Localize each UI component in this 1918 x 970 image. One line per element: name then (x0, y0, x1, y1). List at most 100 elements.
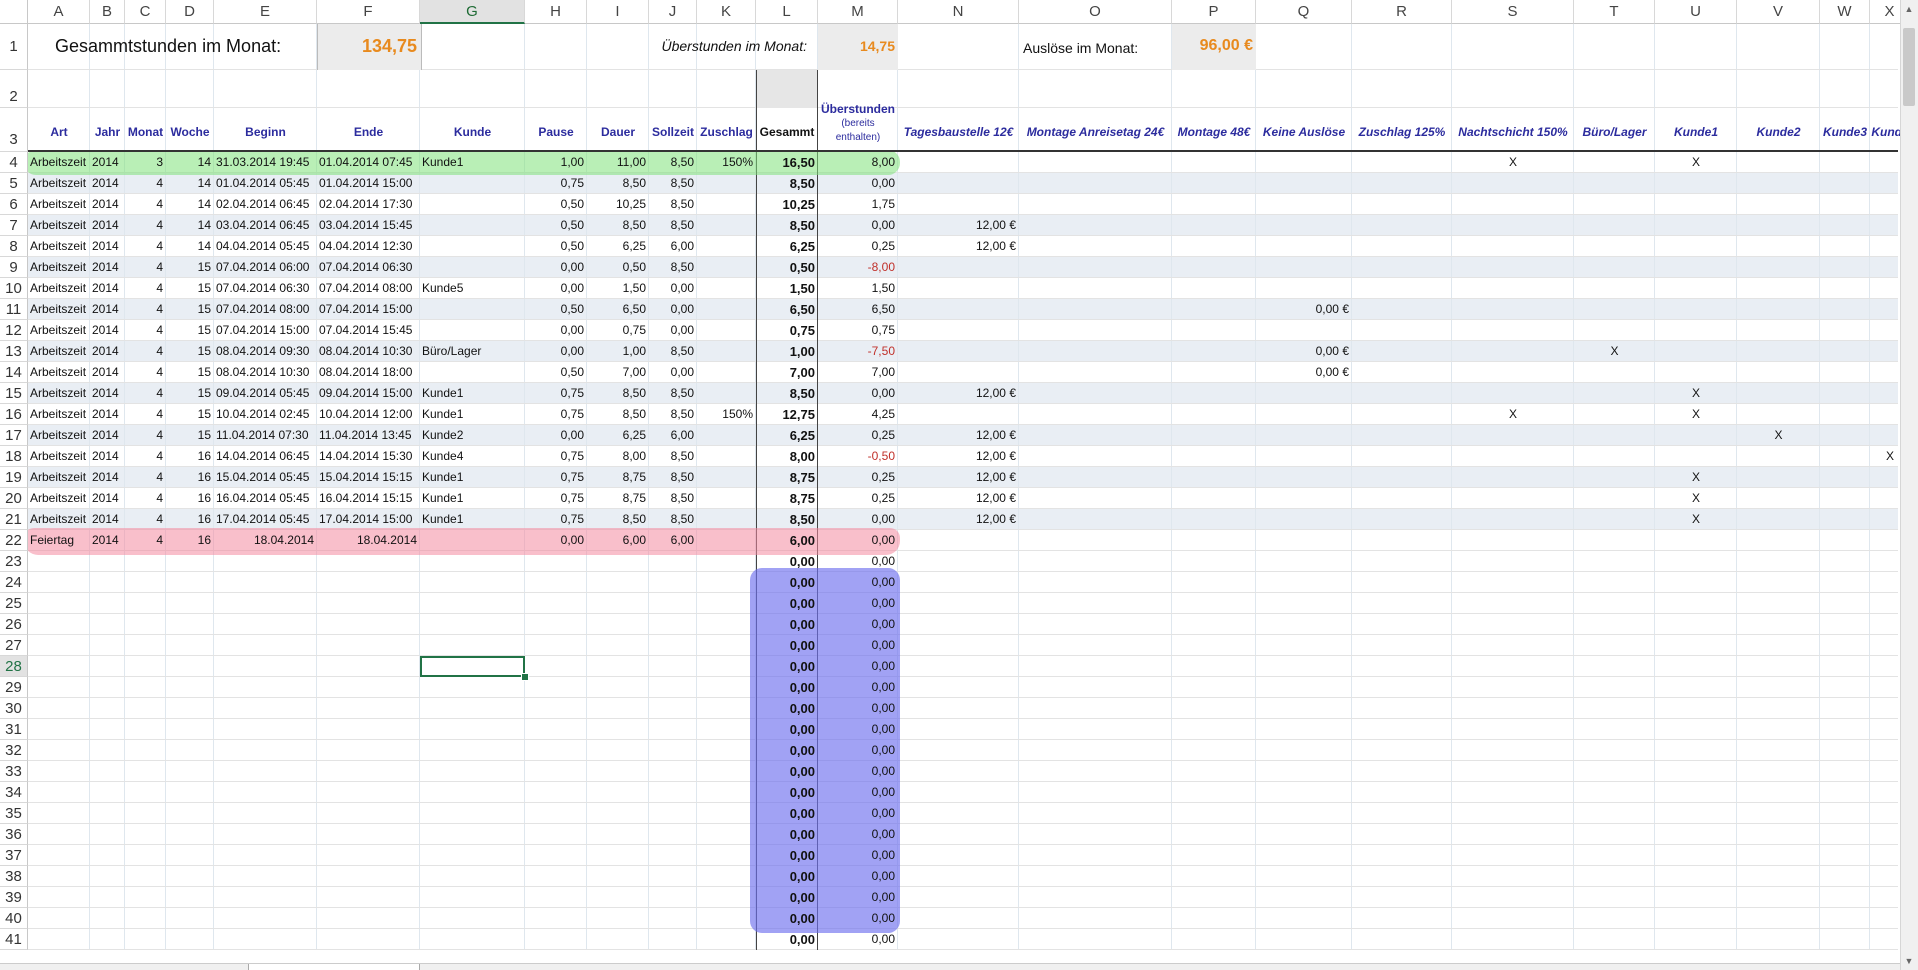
column-header-h[interactable]: H (525, 0, 587, 24)
scroll-down-icon[interactable]: ▼ (1900, 952, 1918, 970)
select-all-corner[interactable] (0, 0, 28, 24)
row-header[interactable]: 7 (0, 215, 28, 236)
gridline-h (28, 403, 1898, 404)
column-header-e[interactable]: E (214, 0, 317, 24)
cell-gesammt: 0,75 (789, 323, 815, 338)
column-header-o[interactable]: O (1019, 0, 1172, 24)
row-header[interactable]: 33 (0, 761, 28, 782)
spreadsheet-grid[interactable]: A B C D E F G H I J K L M N O P Q R S T U V W X 1 2 3 4 5 6 7 8 9 10 11 12 1… (0, 0, 1918, 970)
row-header[interactable]: 18 (0, 446, 28, 467)
sheet-tab-active[interactable] (248, 964, 420, 970)
cell-jahr: 2014 (92, 176, 119, 190)
row-header[interactable]: 38 (0, 866, 28, 887)
row-header[interactable]: 28 (0, 656, 28, 677)
row-header[interactable]: 22 (0, 530, 28, 551)
row-header[interactable]: 3 (0, 108, 28, 152)
row-header[interactable]: 9 (0, 257, 28, 278)
row-header[interactable]: 20 (0, 488, 28, 509)
row-header[interactable]: 5 (0, 173, 28, 194)
active-cell[interactable] (420, 656, 525, 677)
column-header-l[interactable]: L (756, 0, 818, 24)
column-header-s[interactable]: S (1452, 0, 1574, 24)
row-header[interactable]: 37 (0, 845, 28, 866)
row-header[interactable]: 23 (0, 551, 28, 572)
row-header[interactable]: 12 (0, 320, 28, 341)
row-header[interactable]: 19 (0, 467, 28, 488)
column-header-w[interactable]: W (1820, 0, 1870, 24)
column-header-v[interactable]: V (1737, 0, 1820, 24)
row-header[interactable]: 34 (0, 782, 28, 803)
column-header-g[interactable]: G (420, 0, 525, 24)
row-header[interactable]: 30 (0, 698, 28, 719)
column-header-a[interactable]: A (28, 0, 90, 24)
cell-gesammt: 0,00 (789, 890, 815, 905)
row-header[interactable]: 25 (0, 593, 28, 614)
row-header[interactable]: 36 (0, 824, 28, 845)
fill-handle[interactable] (521, 673, 529, 681)
column-header-q[interactable]: Q (1256, 0, 1352, 24)
column-header-j[interactable]: J (649, 0, 697, 24)
cell-ueberstunden: 0,00 (871, 722, 895, 736)
column-header-i[interactable]: I (587, 0, 649, 24)
row-header[interactable]: 11 (0, 299, 28, 320)
cell-gesammt: 10,25 (782, 197, 815, 212)
row-header[interactable]: 15 (0, 383, 28, 404)
row-header[interactable]: 40 (0, 908, 28, 929)
cell-woche: 15 (197, 302, 211, 316)
row-header[interactable]: 32 (0, 740, 28, 761)
vertical-scrollbar[interactable]: ▲ ▼ (1900, 0, 1918, 970)
column-header-d[interactable]: D (166, 0, 214, 24)
cell-jahr: 2014 (92, 470, 119, 484)
row-header[interactable]: 8 (0, 236, 28, 257)
column-header-u[interactable]: U (1655, 0, 1737, 24)
cell-jahr: 2014 (92, 218, 119, 232)
scroll-thumb[interactable] (1903, 28, 1915, 106)
cell-gesammt: 12,75 (782, 407, 815, 422)
header-keine_ausloese: Keine Auslöse (1262, 125, 1346, 139)
cell-ueberstunden: 0,00 (871, 386, 895, 400)
row-header[interactable]: 1 (0, 24, 28, 70)
row-header[interactable]: 10 (0, 278, 28, 299)
cell-kunde: Kunde1 (422, 491, 464, 505)
row-header[interactable]: 39 (0, 887, 28, 908)
cell-pause: 0,75 (560, 176, 584, 190)
cell-dauer: 8,75 (622, 470, 646, 484)
row-header[interactable]: 26 (0, 614, 28, 635)
column-header-m[interactable]: M (818, 0, 898, 24)
column-header-p[interactable]: P (1172, 0, 1256, 24)
row-header[interactable]: 6 (0, 194, 28, 215)
cell-ende: 07.04.2014 15:00 (319, 302, 413, 316)
column-header-r[interactable]: R (1352, 0, 1452, 24)
row-header[interactable]: 35 (0, 803, 28, 824)
row-header[interactable]: 41 (0, 929, 28, 950)
row-header[interactable]: 17 (0, 425, 28, 446)
cell-keine-ausloese: 0,00 € (1315, 344, 1349, 358)
column-header-b[interactable]: B (90, 0, 125, 24)
column-header-t[interactable]: T (1574, 0, 1655, 24)
cell-gesammt: 0,00 (789, 911, 815, 926)
cell-sollzeit: 0,00 (670, 323, 694, 337)
column-header-c[interactable]: C (125, 0, 166, 24)
column-header-f[interactable]: F (317, 0, 420, 24)
column-header-k[interactable]: K (697, 0, 756, 24)
row-header[interactable]: 31 (0, 719, 28, 740)
cell-ueberstunden: 0,00 (871, 218, 895, 232)
row-header[interactable]: 4 (0, 152, 28, 173)
cell-gesammt: 16,50 (782, 155, 815, 170)
row-header[interactable]: 14 (0, 362, 28, 383)
cell-monat: 4 (156, 281, 163, 295)
cell-beginn: 14.04.2014 06:45 (216, 449, 310, 463)
row-header[interactable]: 29 (0, 677, 28, 698)
column-header-n[interactable]: N (898, 0, 1019, 24)
row-header[interactable]: 16 (0, 404, 28, 425)
row-header[interactable]: 24 (0, 572, 28, 593)
gridline-h (28, 739, 1898, 740)
cell-ueberstunden: 0,00 (871, 743, 895, 757)
row-header[interactable]: 21 (0, 509, 28, 530)
scroll-up-icon[interactable]: ▲ (1900, 0, 1918, 18)
row-header[interactable]: 13 (0, 341, 28, 362)
cell-jahr: 2014 (92, 449, 119, 463)
row-header[interactable]: 27 (0, 635, 28, 656)
summary-allowance-label: Auslöse im Monat: (1023, 40, 1139, 56)
row-header[interactable]: 2 (0, 70, 28, 108)
